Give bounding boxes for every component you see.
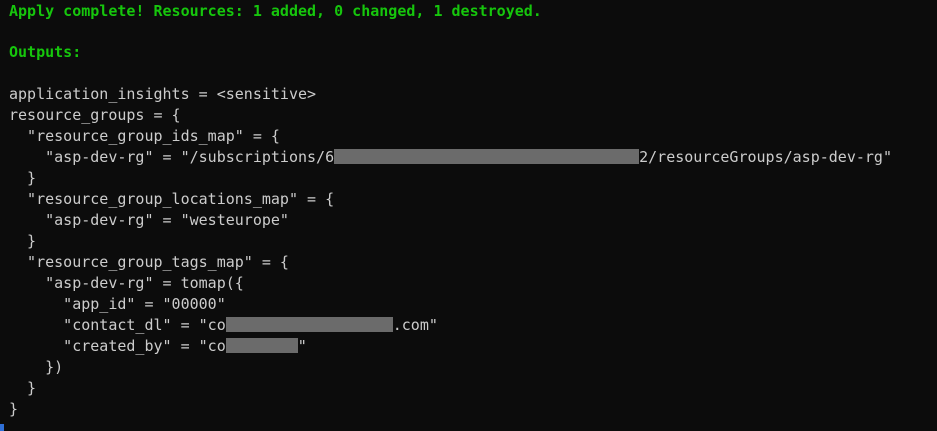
output-ids-map-close: } — [9, 169, 37, 187]
output-resource-groups-close: } — [9, 400, 19, 418]
output-tomap-close: }) — [9, 358, 64, 376]
output-application-insights: application_insights = <sensitive> — [9, 85, 317, 103]
redacted-subscription-id — [334, 149, 640, 164]
output-tomap-open: "asp-dev-rg" = tomap({ — [9, 274, 244, 292]
contact-dl-prefix: "contact_dl" = "co — [9, 316, 226, 334]
created-by-prefix: "created_by" = "co — [9, 337, 226, 355]
terminal-window[interactable]: Apply complete! Resources: 1 added, 0 ch… — [0, 0, 937, 431]
output-tags-map-close: } — [9, 379, 37, 397]
output-app-id: "app_id" = "00000" — [9, 295, 226, 313]
output-contact-dl: "contact_dl" = "co .com" — [9, 315, 438, 336]
terminal-cursor — [0, 424, 4, 431]
apply-status-line: Apply complete! Resources: 1 added, 0 ch… — [9, 2, 542, 20]
redacted-created-by — [225, 338, 298, 353]
ids-map-value-prefix: "asp-dev-rg" = "/subscriptions/6 — [9, 148, 335, 166]
created-by-suffix: " — [297, 337, 307, 355]
output-ids-map-open: "resource_group_ids_map" = { — [9, 127, 280, 145]
output-created-by: "created_by" = "co " — [9, 336, 307, 357]
outputs-header: Outputs: — [9, 43, 82, 61]
ids-map-value-suffix: 2/resourceGroups/asp-dev-rg" — [639, 148, 892, 166]
output-tags-map-open: "resource_group_tags_map" = { — [9, 253, 289, 271]
output-locations-map-value: "asp-dev-rg" = "westeurope" — [9, 211, 289, 229]
output-locations-map-open: "resource_group_locations_map" = { — [9, 190, 335, 208]
redacted-contact-email — [225, 317, 393, 332]
output-resource-groups-open: resource_groups = { — [9, 106, 181, 124]
output-locations-map-close: } — [9, 232, 37, 250]
output-ids-map-value: "asp-dev-rg" = "/subscriptions/6 2/resour… — [9, 147, 892, 168]
contact-dl-suffix: .com" — [392, 316, 438, 334]
